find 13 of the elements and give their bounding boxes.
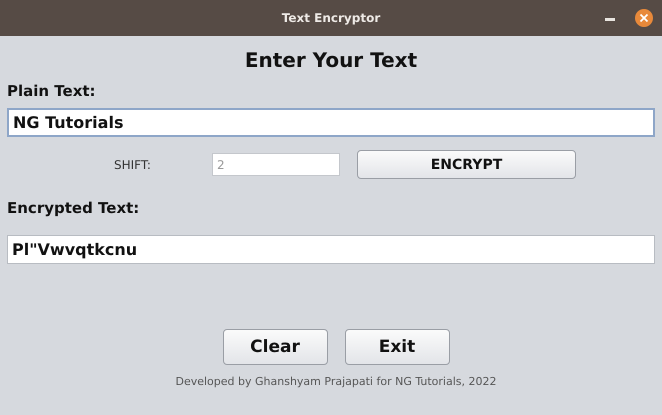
action-button[interactable]: Clear xyxy=(222,329,328,365)
encrypted-text-label: Encrypted Text: xyxy=(7,199,140,217)
heading: Enter Your Text xyxy=(244,48,418,72)
action-button[interactable]: Exit xyxy=(344,329,450,365)
minimize-icon[interactable] xyxy=(605,18,615,22)
shift-label: SHIFT: xyxy=(114,158,152,172)
close-icon[interactable] xyxy=(635,9,653,27)
encrypted-text-field[interactable]: Pl"Vwvqtkcnu xyxy=(7,235,655,264)
plain-text-label: Plain Text: xyxy=(7,82,96,100)
encrypt-button[interactable]: ENCRYPT xyxy=(357,150,576,179)
window-title: Text Encryptor xyxy=(282,11,380,25)
plain-text-field[interactable]: NG Tutorials xyxy=(7,108,655,137)
footer-credit: Developed by Ghanshyam Prajapati for NG Tutorials, 2022 xyxy=(175,375,496,388)
